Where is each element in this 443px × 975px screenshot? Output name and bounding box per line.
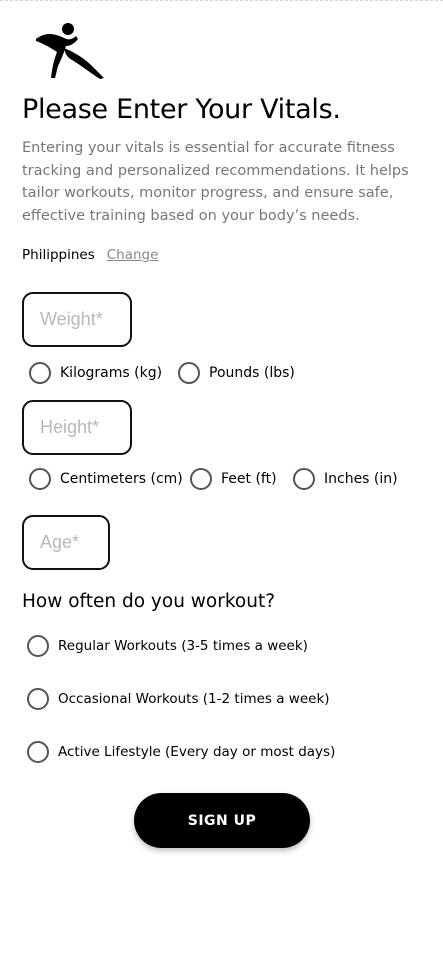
country-row: Philippines Change — [22, 247, 158, 263]
radio-label: Active Lifestyle (Every day or most days… — [58, 744, 336, 760]
weight-unit-lbs[interactable]: Pounds (lbs) — [178, 362, 295, 384]
workout-option-active[interactable]: Active Lifestyle (Every day or most days… — [27, 741, 335, 763]
weight-unit-kg[interactable]: Kilograms (kg) — [29, 362, 162, 384]
top-divider — [0, 0, 443, 1]
height-unit-ft[interactable]: Feet (ft) — [190, 468, 277, 490]
height-unit-cm[interactable]: Centimeters (cm) — [29, 468, 183, 490]
radio-button[interactable] — [293, 468, 315, 490]
height-input[interactable] — [22, 400, 132, 455]
radio-button[interactable] — [29, 468, 51, 490]
workout-option-regular[interactable]: Regular Workouts (3-5 times a week) — [27, 635, 308, 657]
radio-label: Kilograms (kg) — [60, 365, 163, 381]
radio-button[interactable] — [27, 635, 49, 657]
country-name: Philippines — [22, 247, 95, 263]
radio-label: Inches (in) — [324, 471, 398, 487]
page-title: Please Enter Your Vitals. — [22, 94, 341, 125]
workout-frequency-heading: How often do you workout? — [22, 591, 276, 612]
height-unit-in[interactable]: Inches (in) — [293, 468, 398, 490]
page-description: Entering your vitals is essential for ac… — [22, 140, 409, 224]
radio-label: Pounds (lbs) — [209, 365, 295, 381]
radio-button[interactable] — [29, 362, 51, 384]
age-input[interactable] — [22, 515, 110, 570]
radio-button[interactable] — [27, 741, 49, 763]
radio-button[interactable] — [27, 688, 49, 710]
radio-label: Feet (ft) — [221, 471, 277, 487]
radio-button[interactable] — [190, 468, 212, 490]
running-figure-logo-icon — [36, 23, 104, 79]
workout-option-occasional[interactable]: Occasional Workouts (1-2 times a week) — [27, 688, 330, 710]
radio-label: Occasional Workouts (1-2 times a week) — [58, 691, 330, 707]
radio-label: Centimeters (cm) — [60, 471, 183, 487]
radio-label: Regular Workouts (3-5 times a week) — [58, 638, 308, 654]
change-country-link[interactable]: Change — [107, 247, 159, 263]
weight-input[interactable] — [22, 292, 132, 347]
radio-button[interactable] — [178, 362, 200, 384]
sign-up-button[interactable]: SIGN UP — [134, 793, 310, 848]
